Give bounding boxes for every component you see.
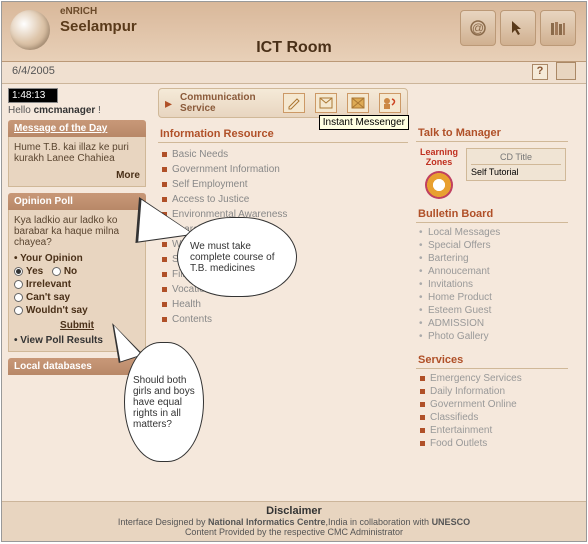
info-resource-item[interactable]: Self Employment [160, 177, 406, 192]
motd-text: Hume T.B. kai illaz ke puri kurakh Lanee… [14, 142, 140, 164]
bulletin-item[interactable]: ADMISSION [418, 317, 566, 330]
toolbar-button[interactable] [556, 62, 576, 80]
cd-title-label: CD Title [471, 152, 561, 165]
comm-label: Communication Service [180, 92, 275, 114]
im-tooltip: Instant Messenger [319, 115, 409, 130]
location-label: Seelampur [60, 18, 137, 35]
brand-label: eNRICH [60, 6, 97, 17]
learning-zones: Learning Zones CD Title Self Tutorial [416, 142, 568, 205]
bullet-icon: ▸ [165, 95, 172, 112]
info-resource-item[interactable]: Health [160, 297, 406, 312]
bubble-poll-explain: Should both girls and boys have equal ri… [124, 342, 204, 462]
bulletin-header: Bulletin Board [416, 205, 568, 223]
date-label: 6/4/2005 [12, 65, 55, 77]
poll-option[interactable]: Irrelevant [14, 278, 140, 291]
header: eNRICH Seelampur ICT Room @ [2, 2, 586, 62]
motd-body: Hume T.B. kai illaz ke puri kurakh Lanee… [8, 137, 146, 187]
poll-your-opinion: • Your Opinion [14, 252, 140, 265]
comm-service-bar: ▸ Communication Service Instant Messenge… [158, 88, 408, 118]
mail-icon[interactable] [315, 93, 337, 113]
info-resource-item[interactable]: Basic Needs [160, 147, 406, 162]
poll-question: Kya ladkio aur ladko ko barabar ka haque… [14, 215, 140, 248]
bubble-motd-explain: We must take complete course of T.B. med… [177, 217, 297, 297]
greeting: Hello cmcmanager ! [8, 105, 146, 116]
date-bar: 6/4/2005 ? [2, 62, 586, 84]
poll-option-row[interactable]: Yes No [14, 265, 140, 278]
radio-icon[interactable] [52, 267, 61, 276]
service-item[interactable]: Daily Information [418, 385, 566, 398]
bulletin-item[interactable]: Annoucemant [418, 265, 566, 278]
service-item[interactable]: Classifieds [418, 411, 566, 424]
talk-manager-header[interactable]: Talk to Manager [416, 124, 568, 142]
poll-option[interactable]: Wouldn't say [14, 304, 140, 317]
learning-zones-link[interactable]: Learning Zones [418, 148, 460, 199]
bulletin-item[interactable]: Esteem Guest [418, 304, 566, 317]
info-resource-item[interactable]: Contents [160, 312, 406, 327]
info-resource-item[interactable]: Government Information [160, 162, 406, 177]
radio-icon[interactable] [14, 306, 23, 315]
clock: 1:48:13 [8, 88, 58, 103]
cd-item: Self Tutorial [471, 167, 561, 177]
write-icon[interactable] [283, 93, 305, 113]
bulletin-item[interactable]: Local Messages [418, 226, 566, 239]
footer: Disclaimer Interface Designed by Nationa… [2, 501, 586, 541]
bulletin-item[interactable]: Bartering [418, 252, 566, 265]
radio-icon[interactable] [14, 280, 23, 289]
bulletin-item[interactable]: Invitations [418, 278, 566, 291]
poll-option[interactable]: Can't say [14, 291, 140, 304]
cursor-icon[interactable] [500, 10, 536, 46]
bulletin-item[interactable]: Special Offers [418, 239, 566, 252]
books-icon[interactable] [540, 10, 576, 46]
services-header: Services [416, 351, 568, 369]
donut-icon [425, 171, 453, 199]
service-item[interactable]: Government Online [418, 398, 566, 411]
radio-icon[interactable] [14, 293, 23, 302]
disclaimer-label: Disclaimer [266, 505, 322, 517]
info-resource-item[interactable]: Environmental Awareness [160, 207, 406, 222]
poll-header: Opinion Poll [8, 193, 146, 210]
service-item[interactable]: Entertainment [418, 424, 566, 437]
service-item[interactable]: Emergency Services [418, 372, 566, 385]
help-button[interactable]: ? [532, 64, 548, 80]
service-item[interactable]: Food Outlets [418, 437, 566, 450]
svg-text:@: @ [472, 21, 484, 35]
message-icon[interactable] [347, 93, 369, 113]
info-resource-item[interactable]: Access to Justice [160, 192, 406, 207]
bulletin-item[interactable]: Photo Gallery [418, 330, 566, 343]
at-icon[interactable]: @ [460, 10, 496, 46]
im-icon[interactable] [379, 93, 401, 113]
cd-box[interactable]: CD Title Self Tutorial [466, 148, 566, 181]
radio-icon[interactable] [14, 267, 23, 276]
bulletin-item[interactable]: Home Product [418, 291, 566, 304]
motd-header: Message of the Day [8, 120, 146, 137]
motd-more-link[interactable]: More [14, 170, 140, 181]
